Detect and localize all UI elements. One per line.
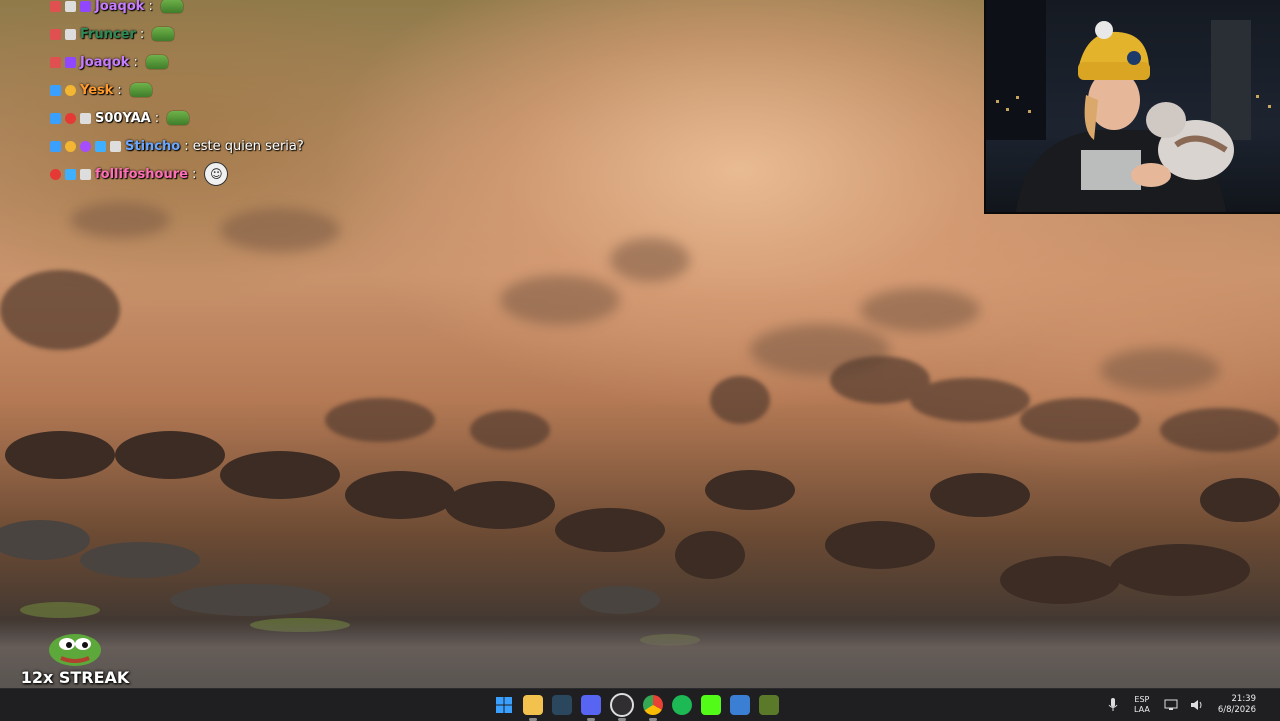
prime-icon (65, 56, 76, 68)
language-code: ESP (1134, 695, 1150, 704)
webcam-feed (984, 0, 1280, 214)
sword-icon (50, 140, 61, 152)
chat-message: Fruncer: (50, 20, 380, 48)
windows-start-icon[interactable] (494, 695, 514, 715)
chat-username[interactable]: Fruncer (80, 27, 136, 42)
prime-icon (80, 0, 91, 12)
chat-message-text: : (133, 54, 138, 70)
mod-icon (50, 56, 61, 68)
game-app-icon[interactable] (759, 695, 779, 715)
chat-username[interactable]: Joaqok (80, 55, 129, 70)
chat-message-text: : (191, 166, 197, 182)
chat-message-text: : (148, 0, 153, 14)
volume-icon[interactable] (1189, 697, 1205, 713)
taskbar: ESP LAA 21:39 6/8/2026 (0, 688, 1280, 721)
language-indicator[interactable]: ESP LAA (1134, 695, 1150, 715)
coin-icon (65, 84, 76, 96)
streak-label: 12x STREAK (20, 668, 130, 687)
sword-icon (50, 112, 61, 124)
kick-icon[interactable] (701, 695, 721, 715)
chat-message-text: : este quien seria? (184, 138, 304, 154)
red-dot-icon (65, 112, 76, 124)
chat-message-text: : (117, 82, 122, 98)
file-explorer-icon[interactable] (523, 695, 543, 721)
steam-icon[interactable] (552, 695, 572, 715)
sub-icon (80, 112, 91, 124)
obs-icon[interactable] (610, 693, 634, 721)
discord-icon[interactable] (581, 695, 601, 721)
taskbar-apps (494, 689, 779, 721)
chrome-icon[interactable] (643, 695, 663, 721)
sub-icon (65, 0, 76, 12)
chat-message-text: : (139, 26, 145, 42)
cube-icon (65, 168, 76, 180)
sub-icon (80, 168, 91, 180)
webcam-image (986, 0, 1271, 212)
mod-icon (50, 28, 61, 40)
chat-overlay: Joaqok: Fruncer: Joaqok: Yesk: S00YAA: Stinch… (50, 0, 380, 188)
clock-time: 21:39 (1231, 694, 1257, 704)
purple-icon (80, 140, 91, 152)
system-tray: ESP LAA 21:39 6/8/2026 (1100, 689, 1280, 721)
streak-widget: 12x STREAK (20, 628, 130, 688)
keyboard-layout: LAA (1134, 705, 1150, 714)
chat-username[interactable]: Stincho (125, 139, 180, 154)
sub-icon (65, 28, 76, 40)
clock-date: 6/8/2026 (1217, 705, 1256, 715)
network-icon[interactable] (1163, 697, 1179, 713)
chat-message-text: : (154, 110, 160, 126)
red-dot-icon (50, 168, 61, 180)
chat-message: Joaqok: (50, 0, 380, 20)
sub-icon (110, 140, 121, 152)
ccleaner-icon[interactable] (730, 695, 750, 715)
pepe-emote (160, 0, 183, 13)
chat-message: Joaqok: (50, 48, 380, 76)
river-water (0, 620, 1280, 688)
chat-username[interactable]: Joaqok (95, 0, 144, 14)
coin-icon (65, 140, 76, 152)
pepe-emote (129, 83, 152, 97)
chat-message: Stincho : este quien seria? (50, 132, 380, 160)
chat-username[interactable]: Yesk (80, 83, 113, 98)
chat-username[interactable]: S00YAA (95, 111, 151, 126)
spotify-icon[interactable] (672, 695, 692, 715)
sword-icon (50, 84, 61, 96)
troll-face-emote: ☺ (204, 162, 229, 186)
chat-message: follifoshoure: ☺ (50, 160, 380, 188)
pepe-emote (152, 27, 175, 41)
clock[interactable]: 21:39 6/8/2026 (1218, 694, 1256, 716)
chat-message: S00YAA: (50, 104, 380, 132)
cube-icon (95, 140, 106, 152)
microphone-icon[interactable] (1105, 697, 1121, 713)
chat-message: Yesk: (50, 76, 380, 104)
mod-icon (50, 0, 61, 12)
pepe-emote (167, 111, 190, 125)
pepe-icon (49, 634, 101, 666)
pepe-emote (145, 55, 168, 69)
chat-username[interactable]: follifoshoure (95, 167, 188, 182)
